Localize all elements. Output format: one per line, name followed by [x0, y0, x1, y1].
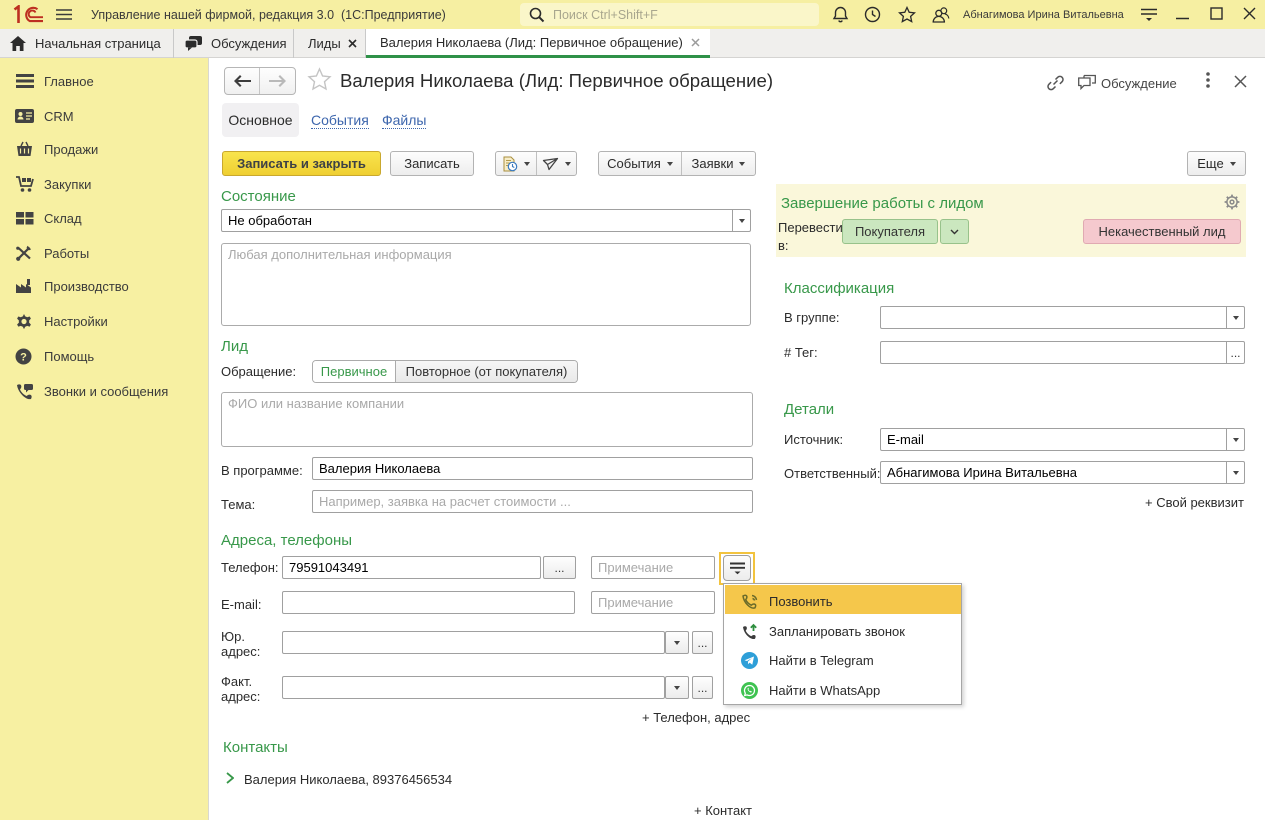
svg-text:?: ? [20, 352, 27, 364]
